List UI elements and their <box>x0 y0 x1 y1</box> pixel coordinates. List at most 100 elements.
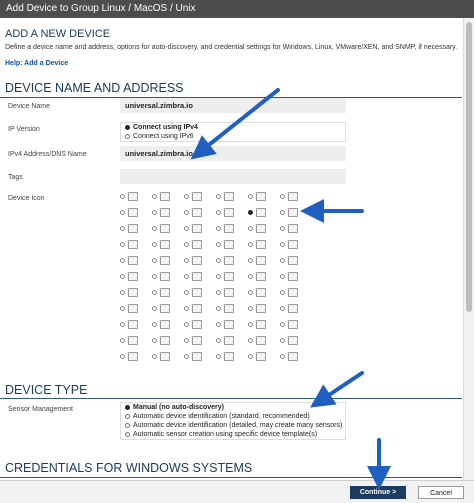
device-icon-option[interactable] <box>248 284 280 300</box>
device-icon-option[interactable] <box>120 348 152 364</box>
device-icon <box>160 303 170 313</box>
sensor-option-standard[interactable]: Automatic device identification (standar… <box>121 412 345 421</box>
radio-icon <box>216 273 221 279</box>
device-icon <box>192 351 202 361</box>
device-icon-option[interactable] <box>184 332 216 348</box>
device-icon-option[interactable] <box>152 332 184 348</box>
device-icon-option[interactable] <box>120 332 152 348</box>
radio-icon <box>216 321 221 327</box>
tags-field[interactable] <box>120 169 346 184</box>
device-icon <box>160 207 170 217</box>
cancel-button[interactable]: Cancel <box>418 486 464 499</box>
device-icon-option[interactable] <box>184 204 216 220</box>
device-icon-option[interactable] <box>216 236 248 252</box>
device-icon <box>192 191 202 201</box>
device-icon-option[interactable] <box>280 316 312 332</box>
device-icon-option[interactable] <box>120 284 152 300</box>
radio-icon <box>152 209 157 215</box>
dialog-content[interactable]: ADD A NEW DEVICE Define a device name an… <box>0 18 462 480</box>
device-icon-option[interactable] <box>216 316 248 332</box>
device-icon-option[interactable] <box>248 204 280 220</box>
device-icon-option[interactable] <box>280 268 312 284</box>
device-icon-option[interactable] <box>152 204 184 220</box>
device-icon-option[interactable] <box>152 348 184 364</box>
device-icon-option[interactable] <box>152 220 184 236</box>
device-icon-option[interactable] <box>152 236 184 252</box>
device-icon <box>192 335 202 345</box>
device-icon-option[interactable] <box>248 252 280 268</box>
radio-icon <box>152 225 157 231</box>
device-icon <box>288 191 298 201</box>
device-icon-option[interactable] <box>248 236 280 252</box>
sensor-option-manual[interactable]: Manual (no auto-discovery) <box>121 403 345 412</box>
device-icon-option[interactable] <box>248 316 280 332</box>
radio-icon <box>120 353 125 359</box>
device-icon-option[interactable] <box>216 332 248 348</box>
device-icon-option[interactable] <box>280 252 312 268</box>
scrollbar-thumb[interactable] <box>466 22 472 312</box>
device-icon-option[interactable] <box>120 252 152 268</box>
device-icon-option[interactable] <box>216 300 248 316</box>
device-name-field[interactable]: universal.zimbra.io <box>120 98 346 113</box>
device-icon-option[interactable] <box>216 348 248 364</box>
device-icon-option[interactable] <box>184 284 216 300</box>
device-icon-option[interactable] <box>120 220 152 236</box>
radio-icon <box>184 209 189 215</box>
device-icon-option[interactable] <box>152 252 184 268</box>
vertical-scrollbar[interactable] <box>463 18 474 480</box>
device-icon-option[interactable] <box>280 188 312 204</box>
device-icon-option[interactable] <box>184 316 216 332</box>
sensor-option-template[interactable]: Automatic sensor creation using specific… <box>121 430 345 439</box>
device-icon-option[interactable] <box>216 284 248 300</box>
device-icon-option[interactable] <box>248 188 280 204</box>
device-icon-option[interactable] <box>152 268 184 284</box>
device-icon-option[interactable] <box>280 300 312 316</box>
radio-icon <box>280 353 285 359</box>
device-icon-option[interactable] <box>248 300 280 316</box>
device-icon-option[interactable] <box>248 220 280 236</box>
device-icon-option[interactable] <box>216 188 248 204</box>
ip-option-ipv6[interactable]: Connect using IPv6 <box>121 132 345 141</box>
device-icon <box>256 255 266 265</box>
device-icon-option[interactable] <box>120 204 152 220</box>
device-icon-option[interactable] <box>152 188 184 204</box>
device-icon-option[interactable] <box>248 348 280 364</box>
device-icon-option[interactable] <box>184 300 216 316</box>
device-icon-option[interactable] <box>216 268 248 284</box>
device-icon-option[interactable] <box>152 284 184 300</box>
device-icon-option[interactable] <box>184 268 216 284</box>
device-icon-option[interactable] <box>152 316 184 332</box>
dialog-footer: Continue > Cancel <box>0 480 474 503</box>
device-icon-option[interactable] <box>248 332 280 348</box>
device-icon-option[interactable] <box>280 332 312 348</box>
device-icon <box>128 303 138 313</box>
device-icon-option[interactable] <box>120 268 152 284</box>
device-icon-option[interactable] <box>216 220 248 236</box>
section-divider <box>0 398 462 399</box>
device-icon-option[interactable] <box>280 284 312 300</box>
radio-icon <box>248 337 253 343</box>
device-icon-option[interactable] <box>280 204 312 220</box>
help-link[interactable]: Help: Add a Device <box>5 60 68 67</box>
device-icon-option[interactable] <box>216 204 248 220</box>
device-icon-option[interactable] <box>120 316 152 332</box>
device-icon-option[interactable] <box>280 236 312 252</box>
sensor-option-detailed[interactable]: Automatic device identification (detaile… <box>121 421 345 430</box>
ip-option-ipv4[interactable]: Connect using IPv4 <box>121 123 345 132</box>
device-icon-option[interactable] <box>280 348 312 364</box>
device-icon-option[interactable] <box>152 300 184 316</box>
device-icon-option[interactable] <box>184 348 216 364</box>
device-icon-option[interactable] <box>216 252 248 268</box>
device-icon-option[interactable] <box>120 188 152 204</box>
device-icon-option[interactable] <box>120 236 152 252</box>
device-icon <box>224 303 234 313</box>
device-icon-option[interactable] <box>120 300 152 316</box>
address-field[interactable]: universal.zimbra.io <box>120 146 346 161</box>
device-icon-option[interactable] <box>184 220 216 236</box>
device-icon-option[interactable] <box>248 268 280 284</box>
continue-button[interactable]: Continue > <box>350 486 406 499</box>
device-icon-option[interactable] <box>184 188 216 204</box>
device-icon-option[interactable] <box>184 252 216 268</box>
device-icon-option[interactable] <box>184 236 216 252</box>
device-icon-option[interactable] <box>280 220 312 236</box>
